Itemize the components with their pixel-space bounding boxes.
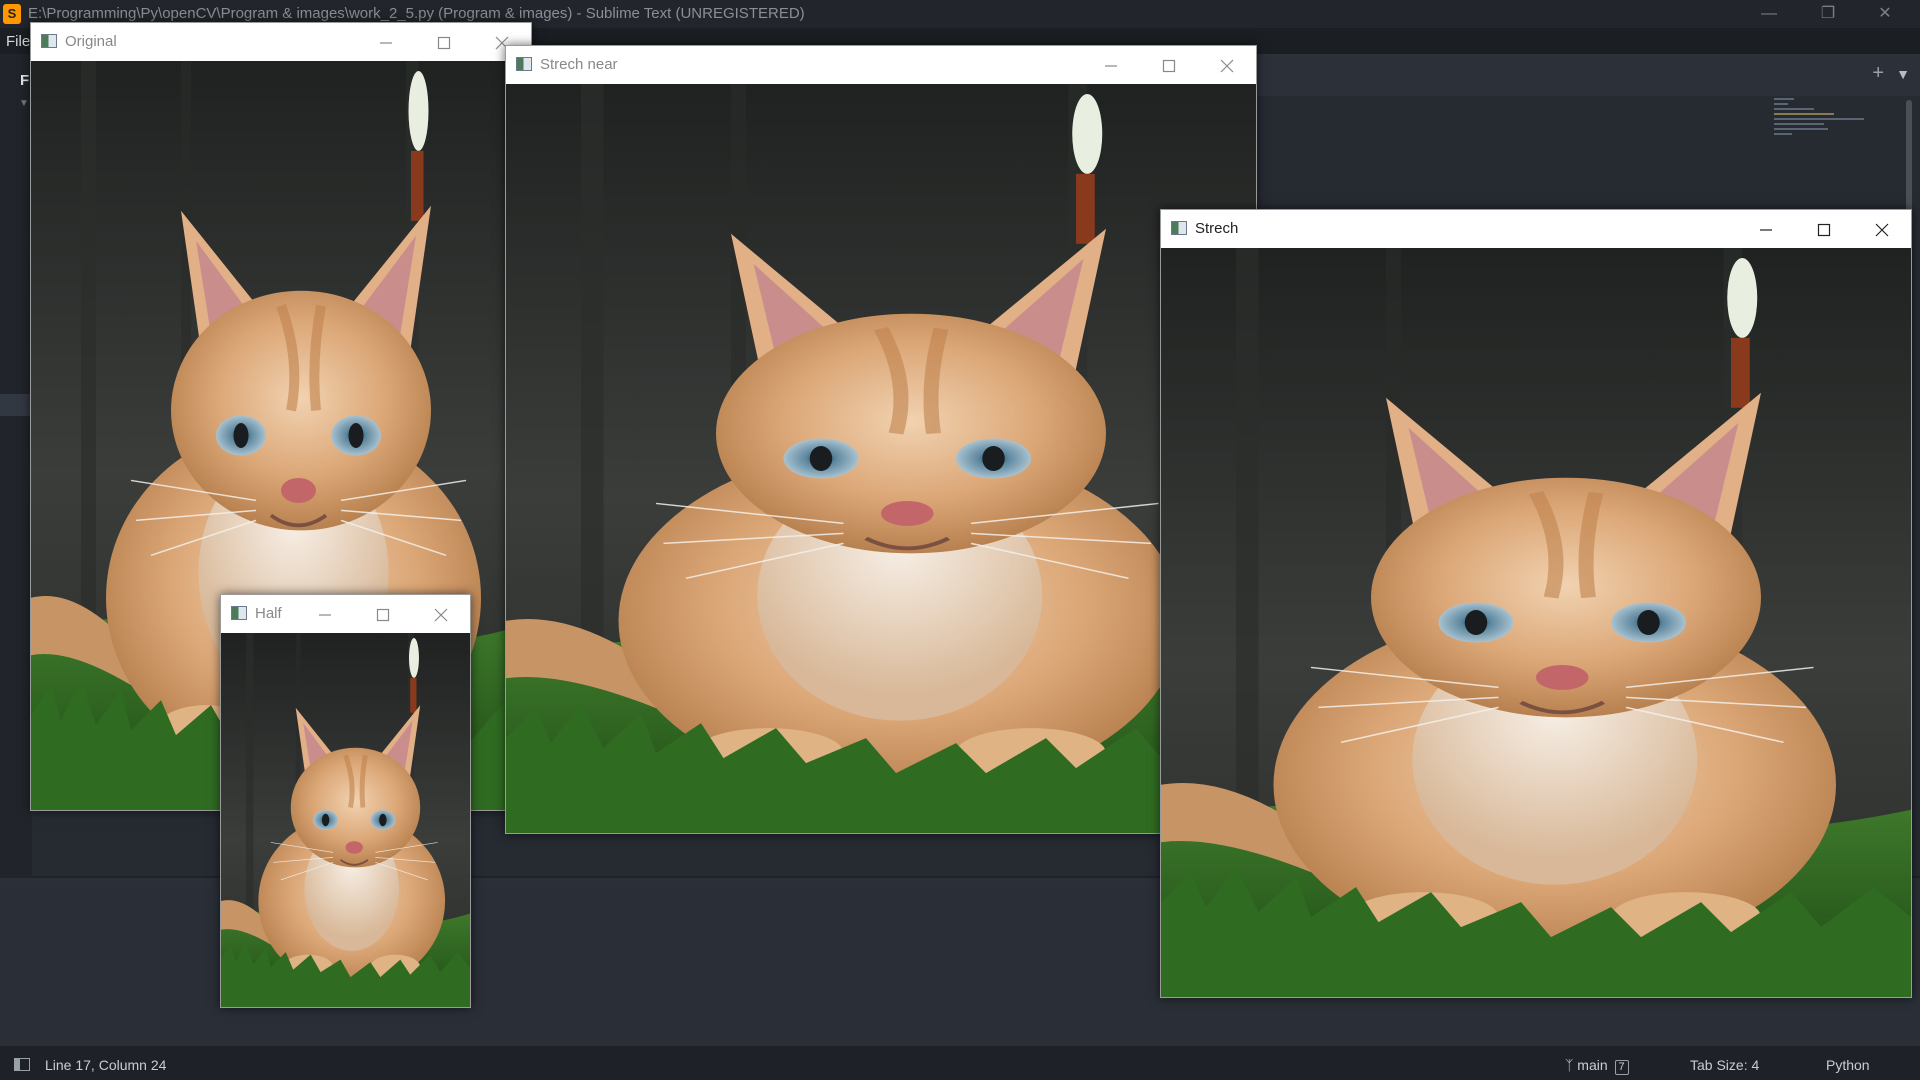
menu-file[interactable]: File	[6, 33, 30, 50]
minimize-icon[interactable]: —	[1746, 2, 1792, 26]
status-bar: Line 17, Column 24 ᛉ main 7 Tab Size: 4 …	[0, 1050, 1920, 1080]
sidebar: F ▼	[0, 54, 32, 880]
window-titlebar[interactable]: Half	[221, 595, 470, 633]
maximize-button[interactable]	[415, 23, 473, 61]
app-window-icon	[1171, 221, 1187, 235]
window-title: E:\Programming\Py\openCV\Program & image…	[28, 5, 805, 22]
minimize-button[interactable]	[296, 595, 354, 633]
window-title: Half	[255, 605, 282, 622]
kitten-image	[1161, 248, 1911, 997]
git-branch-icon: ᛉ	[1565, 1057, 1574, 1073]
tab-bar: + ▼	[1250, 54, 1920, 96]
minimap[interactable]	[1774, 95, 1874, 145]
window-half[interactable]: Half	[220, 594, 471, 1008]
kitten-image	[221, 633, 470, 1007]
window-titlebar[interactable]: Strech near	[506, 46, 1256, 84]
minimize-button[interactable]	[357, 23, 415, 61]
sidebar-toggle-icon[interactable]	[14, 1058, 30, 1071]
close-icon[interactable]: ✕	[1862, 2, 1908, 26]
window-title: Strech	[1195, 220, 1239, 237]
new-tab-icon[interactable]: +	[1872, 62, 1884, 85]
window-strech-near[interactable]: Strech near	[505, 45, 1257, 834]
app-window-icon	[231, 606, 247, 620]
kitten-image	[506, 84, 1256, 833]
restore-icon[interactable]: ❐	[1805, 2, 1851, 26]
app-window-icon	[516, 57, 532, 71]
folder-expand-icon[interactable]: ▼	[19, 98, 29, 109]
close-button[interactable]	[1853, 210, 1911, 248]
syntax-selector[interactable]: Python	[1826, 1057, 1870, 1073]
git-changes-badge: 7	[1614, 1060, 1629, 1075]
window-strech[interactable]: Strech	[1160, 209, 1912, 998]
git-branch[interactable]: ᛉ main 7	[1565, 1057, 1629, 1075]
window-title: Strech near	[540, 56, 618, 73]
image-display	[1161, 248, 1911, 997]
maximize-button[interactable]	[1140, 46, 1198, 84]
git-branch-name: main	[1577, 1057, 1608, 1073]
app-window-icon	[41, 34, 57, 48]
minimize-button[interactable]	[1737, 210, 1795, 248]
sublime-app-icon: S	[3, 4, 21, 24]
tab-dropdown-icon[interactable]: ▼	[1896, 66, 1910, 82]
cursor-position[interactable]: Line 17, Column 24	[45, 1057, 166, 1073]
image-display	[221, 633, 470, 1007]
close-button[interactable]	[412, 595, 470, 633]
window-titlebar[interactable]: Strech	[1161, 210, 1911, 248]
sidebar-selected-file[interactable]	[0, 394, 32, 416]
image-display	[506, 84, 1256, 833]
sidebar-folders-label: F	[20, 72, 30, 89]
maximize-button[interactable]	[1795, 210, 1853, 248]
minimize-button[interactable]	[1082, 46, 1140, 84]
close-button[interactable]	[1198, 46, 1256, 84]
tab-size[interactable]: Tab Size: 4	[1690, 1057, 1759, 1073]
window-title: Original	[65, 33, 117, 50]
window-titlebar[interactable]: Original	[31, 23, 531, 61]
maximize-button[interactable]	[354, 595, 412, 633]
